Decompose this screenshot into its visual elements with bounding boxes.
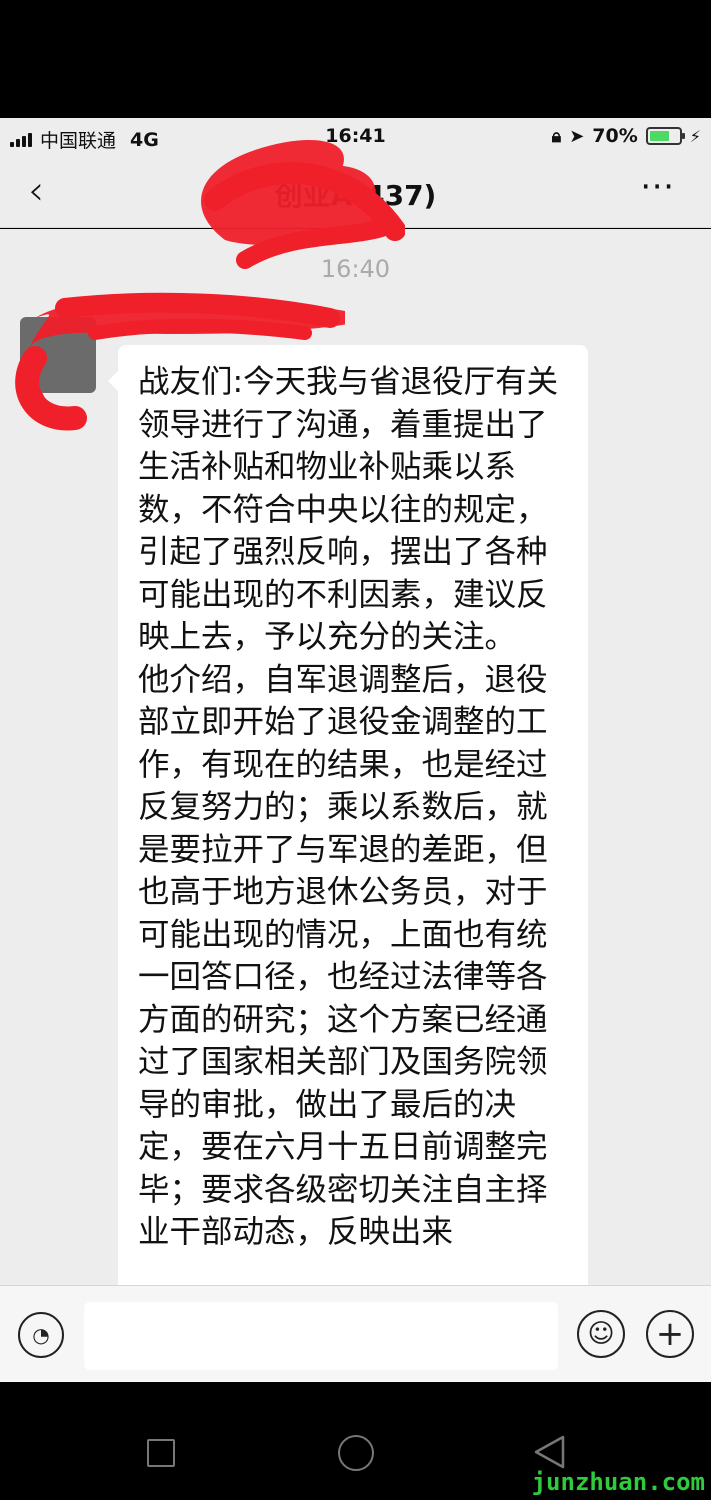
status-bar: 中国联通 4G 16:41 🔒︎ ➤ 70% ⚡︎	[0, 118, 711, 154]
voice-icon[interactable]: ◔	[18, 1312, 64, 1358]
message-input[interactable]	[84, 1302, 558, 1370]
message-bubble[interactable]: 战友们:今天我与省退役厅有关领导进行了沟通，着重提出了生活补贴和物业补贴乘以系数…	[108, 345, 588, 1285]
rotation-lock-icon: 🔒︎	[551, 125, 562, 147]
more-options-icon[interactable]: ⋯	[640, 166, 675, 206]
chat-header: ‹ 创业A(437) ⋯	[0, 154, 711, 228]
location-icon: ➤	[569, 125, 585, 147]
chat-title: 创业A(437)	[274, 179, 437, 212]
input-bar: ◔ ☺ +	[0, 1285, 711, 1382]
avatar[interactable]	[20, 317, 96, 393]
android-nav-bar: junzhuan.com	[0, 1382, 711, 1500]
recent-apps-icon[interactable]	[147, 1439, 175, 1467]
charging-icon: ⚡︎	[689, 126, 701, 146]
top-black-band	[0, 0, 711, 118]
battery-icon	[645, 127, 685, 145]
chat-area[interactable]: 16:40 战友们:今天我与省退役厅有关领导进行了沟通，着重提出了生活补贴和物业…	[0, 229, 711, 1285]
plus-icon[interactable]: +	[646, 1310, 694, 1358]
watermark: junzhuan.com	[531, 1468, 705, 1496]
battery-percent: 70%	[592, 125, 638, 147]
emoji-icon[interactable]: ☺	[577, 1310, 625, 1358]
nav-back-icon[interactable]	[532, 1434, 566, 1470]
message-timestamp: 16:40	[320, 255, 391, 283]
home-icon[interactable]	[338, 1435, 374, 1471]
